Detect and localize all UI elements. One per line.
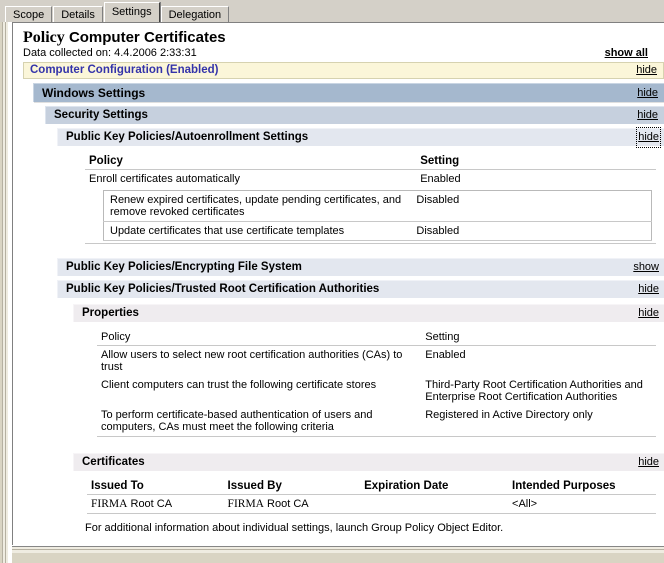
page-title-text: Computer Certificates <box>68 29 226 46</box>
cell-issued-by-org: FIRMA <box>227 498 264 510</box>
section-properties[interactable]: Properties hide <box>73 304 664 322</box>
cell-setting: Enabled <box>420 173 461 185</box>
column-header-intended-purposes: Intended Purposes <box>508 477 656 495</box>
section-autoenrollment-settings-label: Public Key Policies/Autoenrollment Setti… <box>66 131 309 143</box>
cell-policy: Enroll certificates automatically <box>89 173 241 185</box>
section-certificates-label: Certificates <box>82 456 145 468</box>
hide-link-security-settings[interactable]: hide <box>637 107 658 124</box>
table-row: Client computers can trust the following… <box>97 376 656 406</box>
section-trusted-root[interactable]: Public Key Policies/Trusted Root Certifi… <box>57 280 664 298</box>
section-trusted-root-label: Public Key Policies/Trusted Root Certifi… <box>66 283 380 295</box>
hide-link-autoenrollment-settings[interactable]: hide <box>636 127 661 148</box>
cell-expiration-date <box>360 494 509 514</box>
table-subtable-row: Renew expired certificates, update pendi… <box>85 188 656 244</box>
tab-delegation-label: Delegation <box>168 9 222 21</box>
tab-list: Scope Details Settings Delegation <box>5 2 230 22</box>
cell-issued-by-rest: Root CA <box>263 498 309 510</box>
cell-issued-to: FIRMA Root CA <box>87 494 224 514</box>
section-security-settings[interactable]: Security Settings hide <box>45 106 664 124</box>
page-title: Policy Computer Certificates <box>13 23 664 46</box>
properties-table: Policy Setting Allow users to select new… <box>97 328 656 437</box>
cell-policy: Client computers can trust the following… <box>101 379 377 391</box>
tab-scope-label: Scope <box>13 9 45 21</box>
tab-settings-label: Settings <box>111 6 152 18</box>
report-footnote: For additional information about individ… <box>85 522 504 534</box>
cell-policy: Allow users to select new root certifica… <box>101 349 403 373</box>
column-header-setting: Setting <box>421 328 656 346</box>
cell-setting: Registered in Active Directory only <box>421 406 656 437</box>
autoenrollment-table: Policy Setting Enroll certificates autom… <box>85 152 656 244</box>
cell-issued-by: FIRMA Root CA <box>223 494 361 514</box>
tab-details[interactable]: Details <box>53 6 103 22</box>
report-subline: Data collected on: 4.4.2006 2:33:31 show… <box>13 46 664 60</box>
section-autoenrollment-settings[interactable]: Public Key Policies/Autoenrollment Setti… <box>57 127 664 148</box>
tab-scope[interactable]: Scope <box>5 6 53 22</box>
table-header-row: Policy Setting <box>97 328 656 346</box>
table-row: FIRMA Root CA FIRMA Root CA <All> <box>87 494 656 514</box>
show-link-encrypting-file-system[interactable]: show <box>633 259 659 276</box>
cell-policy: Update certificates that use certificate… <box>103 221 411 241</box>
cell-issued-to-org: FIRMA <box>91 498 128 510</box>
section-security-settings-label: Security Settings <box>54 109 148 121</box>
cell-issued-to-rest: Root CA <box>127 498 173 510</box>
tab-details-label: Details <box>61 9 95 21</box>
column-header-policy: Policy <box>97 328 422 346</box>
report-viewport[interactable]: Policy Computer Certificates Data collec… <box>12 22 664 545</box>
frame-left-border <box>0 22 12 563</box>
cell-policy: To perform certificate-based authenticat… <box>97 406 422 437</box>
column-header-policy: Policy <box>85 152 417 170</box>
certificates-table: Issued To Issued By Expiration Date Inte… <box>87 477 656 514</box>
tab-strip: Scope Details Settings Delegation <box>0 0 664 22</box>
column-header-setting: Setting <box>416 152 656 170</box>
cell-setting: Enabled <box>425 349 466 361</box>
table-header-row: Policy Setting <box>85 152 656 170</box>
tab-settings[interactable]: Settings <box>103 2 160 22</box>
column-header-issued-by: Issued By <box>223 477 361 495</box>
report-page: Policy Computer Certificates Data collec… <box>13 23 664 545</box>
frame-bottom-border <box>12 545 664 553</box>
column-header-expiration-date: Expiration Date <box>360 477 509 495</box>
table-row: To perform certificate-based authenticat… <box>97 406 656 437</box>
section-properties-label: Properties <box>82 307 139 319</box>
show-all-link[interactable]: show all <box>605 47 654 60</box>
column-header-issued-to: Issued To <box>87 477 224 495</box>
report-frame: Policy Computer Certificates Data collec… <box>0 22 664 563</box>
autoenrollment-subtable-wrapper: Renew expired certificates, update pendi… <box>85 188 656 243</box>
cell-intended-purposes: <All> <box>508 494 656 514</box>
autoenrollment-subtable: Renew expired certificates, update pendi… <box>103 190 652 241</box>
data-collected-label: Data collected on: 4.4.2006 2:33:31 <box>23 47 197 59</box>
table-row: Renew expired certificates, update pendi… <box>103 190 652 222</box>
table-header-row: Issued To Issued By Expiration Date Inte… <box>87 477 656 495</box>
tab-delegation[interactable]: Delegation <box>160 6 230 22</box>
cell-setting: Third-Party Root Certification Authoriti… <box>425 379 643 403</box>
hide-link-trusted-root[interactable]: hide <box>638 281 659 298</box>
table-row: Enroll certificates automatically Enable… <box>85 170 656 189</box>
hide-link-computer-configuration[interactable]: hide <box>636 63 657 78</box>
cell-setting: Disabled <box>410 190 652 222</box>
hide-link-windows-settings[interactable]: hide <box>637 84 658 102</box>
section-computer-configuration[interactable]: Computer Configuration (Enabled) hide <box>23 62 664 79</box>
section-encrypting-file-system[interactable]: Public Key Policies/Encrypting File Syst… <box>57 258 664 276</box>
cell-policy: Renew expired certificates, update pendi… <box>103 190 411 222</box>
page-title-prefix: Policy <box>23 29 65 46</box>
section-certificates[interactable]: Certificates hide <box>73 453 664 471</box>
section-windows-settings-label: Windows Settings <box>42 86 146 100</box>
section-computer-configuration-label: Computer Configuration (Enabled) <box>30 64 219 76</box>
section-windows-settings[interactable]: Windows Settings hide <box>33 83 664 102</box>
table-row: Update certificates that use certificate… <box>103 221 652 241</box>
hide-link-properties[interactable]: hide <box>638 305 659 322</box>
cell-setting: Disabled <box>410 221 652 241</box>
section-encrypting-file-system-label: Public Key Policies/Encrypting File Syst… <box>66 261 302 273</box>
hide-link-certificates[interactable]: hide <box>638 454 659 471</box>
table-row: Allow users to select new root certifica… <box>97 346 656 377</box>
